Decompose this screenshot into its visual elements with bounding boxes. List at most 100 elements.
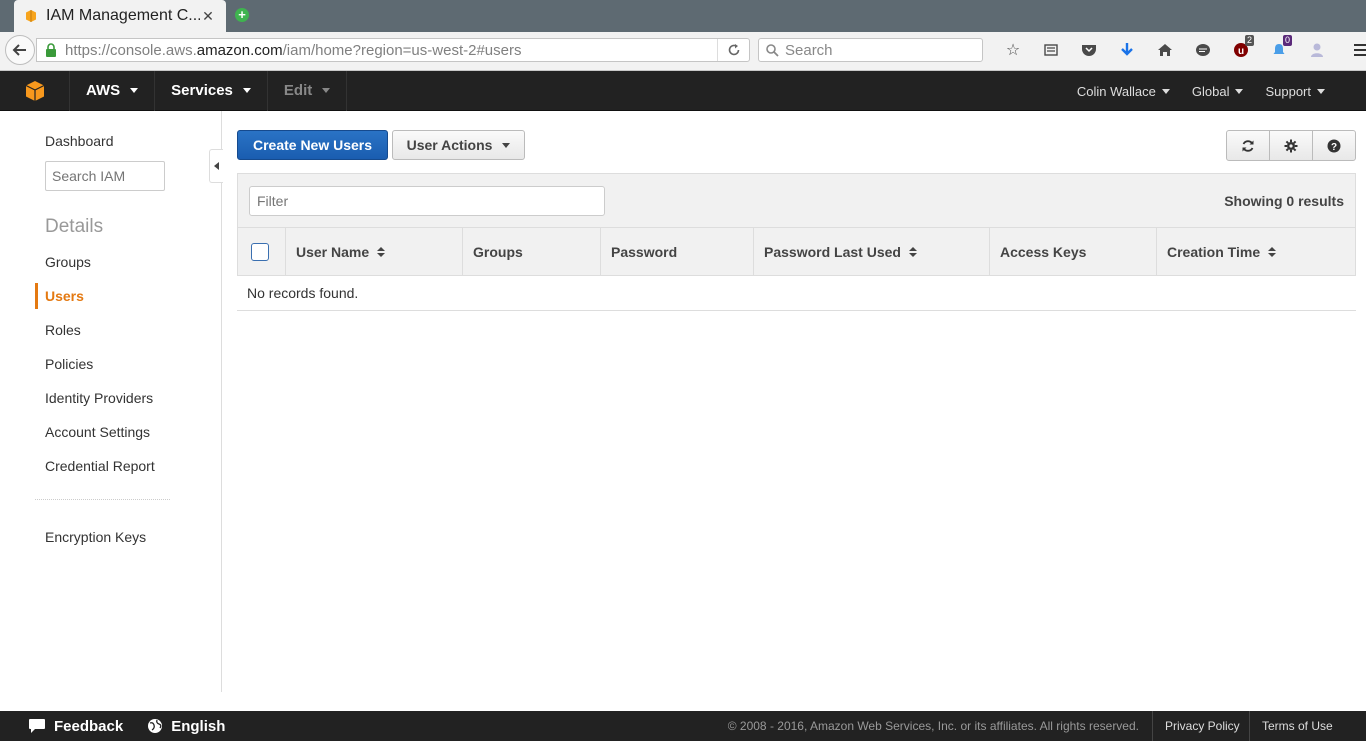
- url-prefix: https://console.aws.: [65, 41, 197, 59]
- close-tab-icon[interactable]: ✕: [200, 8, 216, 25]
- chevron-down-icon: [322, 88, 331, 93]
- sidebar-item-policies[interactable]: Policies: [45, 356, 93, 372]
- chevron-down-icon: [1317, 88, 1325, 94]
- chevron-left-icon: [213, 162, 219, 170]
- search-placeholder: Search: [785, 41, 833, 59]
- column-access-keys: Access Keys: [990, 228, 1157, 275]
- support-menu-label: Support: [1265, 83, 1311, 99]
- gear-icon[interactable]: [1270, 131, 1313, 160]
- column-password-label: Password: [611, 243, 678, 260]
- chevron-down-icon: [130, 88, 139, 93]
- ublock-icon[interactable]: u 2: [1222, 35, 1260, 62]
- table-tools: ?: [1226, 130, 1356, 161]
- aws-menu[interactable]: AWS: [70, 70, 156, 111]
- aws-console-nav: AWS Services Edit Colin Wallace Global S…: [0, 70, 1366, 111]
- browser-tab[interactable]: IAM Management C... ✕: [14, 0, 226, 32]
- lock-icon: [46, 43, 56, 57]
- column-password-last-used[interactable]: Password Last Used: [754, 228, 990, 275]
- column-groups: Groups: [463, 228, 601, 275]
- profile-icon[interactable]: [1298, 38, 1336, 62]
- sidebar-item-credential-report[interactable]: Credential Report: [45, 458, 155, 474]
- browser-toolbar: https://console.aws. amazon.com/iam/home?…: [0, 32, 1366, 71]
- select-all-checkbox[interactable]: [251, 242, 269, 261]
- results-count: Showing 0 results: [1224, 193, 1344, 209]
- reading-list-icon[interactable]: [1032, 38, 1070, 62]
- chat-icon[interactable]: [1184, 38, 1222, 62]
- chevron-down-icon: [1235, 88, 1244, 94]
- svg-text:u: u: [1238, 46, 1244, 57]
- account-menu[interactable]: Colin Wallace: [1066, 71, 1181, 111]
- sidebar-item-roles[interactable]: Roles: [45, 322, 81, 338]
- sort-icon: [377, 246, 386, 257]
- new-tab-icon[interactable]: +: [235, 8, 249, 22]
- globe-icon: [148, 719, 163, 733]
- ublock-badge: 2: [1244, 35, 1254, 46]
- details-heading: Details: [45, 216, 104, 237]
- language-label: English: [171, 717, 226, 735]
- svg-text:?: ?: [1331, 142, 1337, 153]
- collapse-sidebar-handle[interactable]: [209, 149, 223, 183]
- select-all-cell: [238, 228, 286, 275]
- url-domain: amazon.com: [196, 41, 283, 59]
- url-path: /iam/home?region=us-west-2#users: [282, 41, 522, 59]
- speech-bubble-icon: [29, 719, 45, 733]
- users-table: Showing 0 results User Name Groups Passw…: [237, 173, 1356, 311]
- aws-cube-logo-icon[interactable]: [0, 70, 70, 111]
- active-indicator: [35, 283, 38, 309]
- table-header: User Name Groups Password Password Last …: [237, 228, 1356, 276]
- search-iam-input[interactable]: [45, 161, 165, 191]
- region-menu[interactable]: Global: [1181, 71, 1255, 111]
- column-creation-time-label: Creation Time: [1167, 243, 1261, 260]
- column-creation-time[interactable]: Creation Time: [1157, 228, 1355, 275]
- browser-search-field[interactable]: Search: [758, 38, 983, 62]
- sort-icon: [1268, 246, 1277, 257]
- services-menu[interactable]: Services: [155, 70, 268, 111]
- create-new-users-button[interactable]: Create New Users: [237, 130, 388, 160]
- url-bar[interactable]: https://console.aws. amazon.com/iam/home?…: [36, 38, 750, 62]
- reload-icon[interactable]: [717, 39, 749, 61]
- region-menu-label: Global: [1191, 83, 1230, 99]
- empty-state: No records found.: [237, 276, 1356, 311]
- menu-icon[interactable]: [1342, 38, 1366, 62]
- sort-icon: [908, 246, 917, 257]
- help-icon[interactable]: ?: [1313, 131, 1355, 160]
- filter-input[interactable]: [249, 186, 605, 216]
- column-password-last-used-label: Password Last Used: [764, 243, 901, 260]
- tab-title: IAM Management C...: [46, 7, 200, 24]
- pocket-icon[interactable]: [1070, 38, 1108, 62]
- language-selector[interactable]: English: [135, 711, 237, 741]
- console-footer: Feedback English © 2008 - 2016, Amazon W…: [0, 711, 1366, 741]
- sidebar-item-groups[interactable]: Groups: [45, 254, 91, 270]
- services-menu-label: Services: [171, 82, 233, 99]
- column-user-name[interactable]: User Name: [286, 228, 463, 275]
- notification-icon[interactable]: 0: [1260, 35, 1298, 62]
- filter-bar: Showing 0 results: [237, 173, 1356, 228]
- browser-tab-strip: IAM Management C... ✕ +: [0, 0, 1366, 32]
- search-icon: [766, 44, 779, 57]
- edit-menu[interactable]: Edit: [268, 70, 348, 111]
- sidebar-divider: [35, 499, 170, 500]
- feedback-link[interactable]: Feedback: [0, 711, 135, 741]
- download-icon[interactable]: [1108, 38, 1146, 62]
- refresh-icon[interactable]: [1227, 131, 1270, 160]
- back-arrow-icon[interactable]: [5, 35, 35, 65]
- privacy-policy-link[interactable]: Privacy Policy: [1152, 711, 1252, 741]
- chevron-down-icon: [242, 88, 251, 93]
- column-user-name-label: User Name: [296, 243, 370, 260]
- sidebar-item-dashboard[interactable]: Dashboard: [45, 133, 114, 149]
- user-actions-button[interactable]: User Actions: [392, 130, 525, 160]
- sidebar-item-users[interactable]: Users: [45, 288, 84, 304]
- terms-of-use-link[interactable]: Terms of Use: [1249, 711, 1366, 741]
- aws-favicon-icon: [26, 10, 36, 22]
- iam-sidebar: Dashboard Details Groups Users Roles Pol…: [0, 111, 223, 692]
- sidebar-item-encryption-keys[interactable]: Encryption Keys: [45, 529, 146, 545]
- home-icon[interactable]: [1146, 38, 1184, 62]
- notification-badge: 0: [1282, 35, 1292, 46]
- edit-menu-label: Edit: [283, 82, 313, 99]
- bookmark-star-icon[interactable]: ☆: [994, 38, 1032, 62]
- sidebar-item-account-settings[interactable]: Account Settings: [45, 424, 150, 440]
- support-menu[interactable]: Support: [1254, 71, 1336, 111]
- copyright-text: © 2008 - 2016, Amazon Web Services, Inc.…: [727, 719, 1139, 733]
- user-actions-label: User Actions: [406, 137, 493, 153]
- sidebar-item-identity-providers[interactable]: Identity Providers: [45, 390, 153, 406]
